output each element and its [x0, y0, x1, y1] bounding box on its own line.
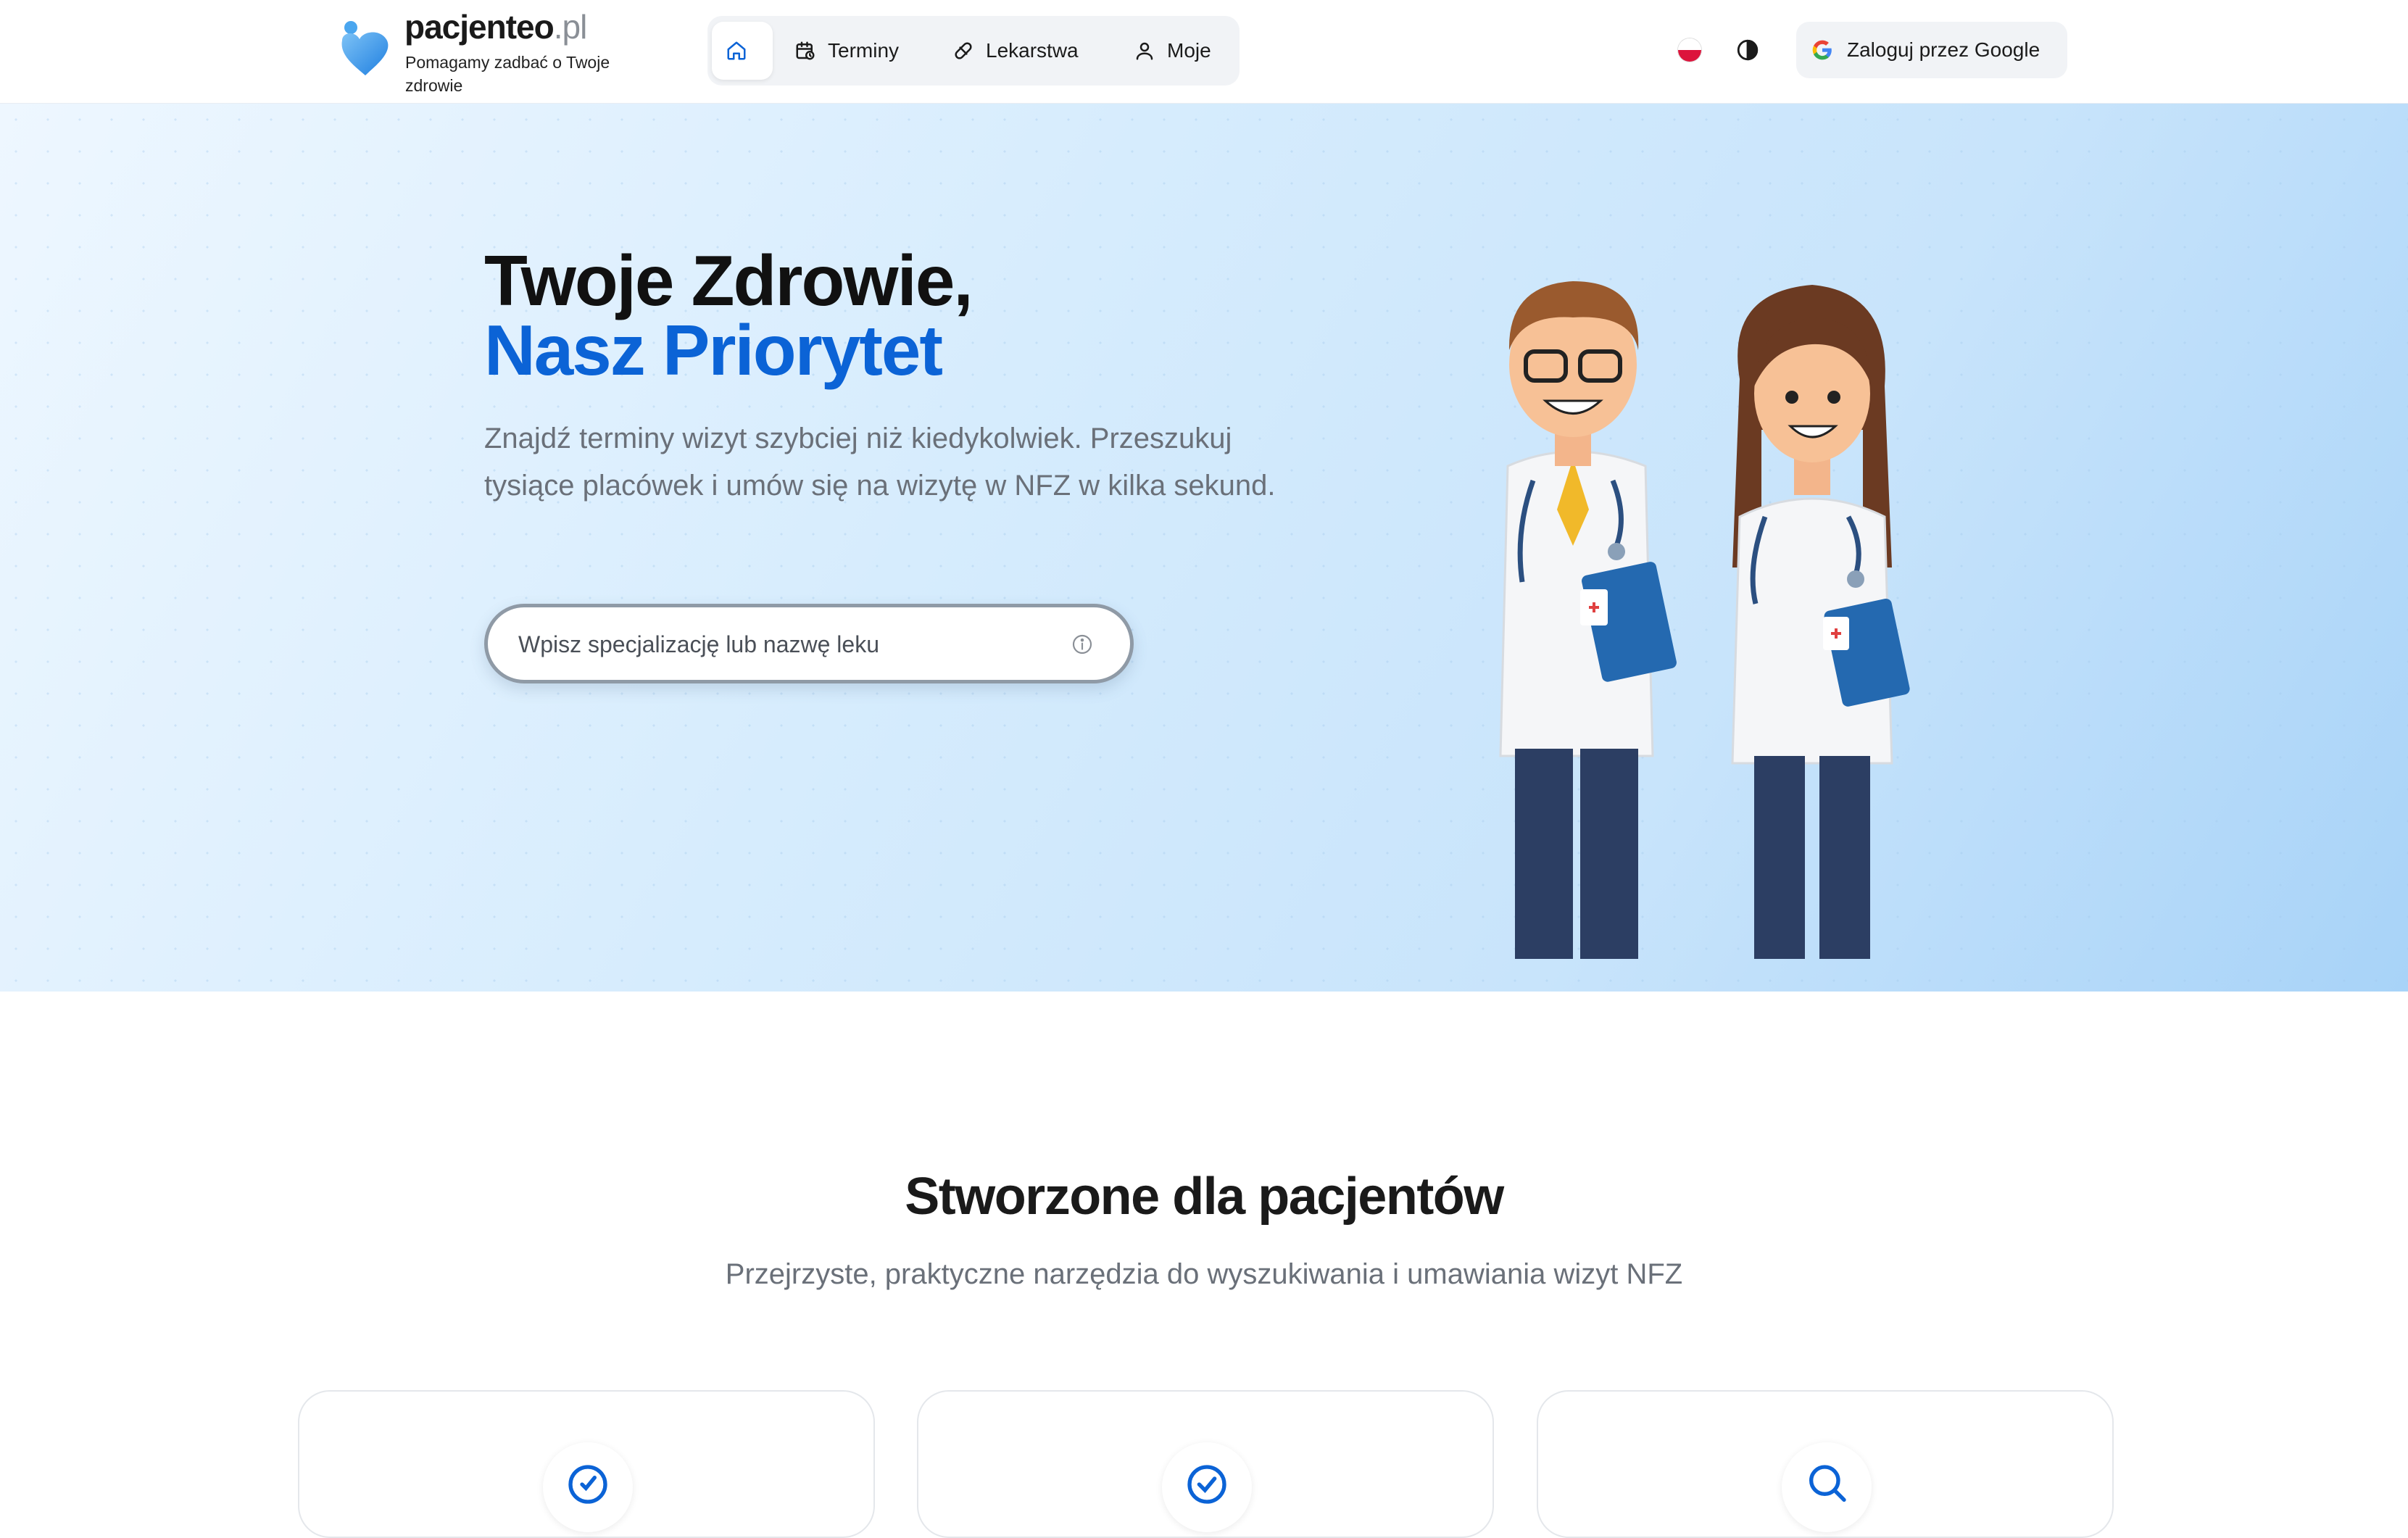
feature-icon-wrapper — [1162, 1442, 1252, 1532]
search-input[interactable] — [517, 623, 1027, 665]
female-doctor — [1731, 285, 1910, 959]
brand-tagline: Pomagamy zadbać o Twoje zdrowie — [405, 53, 610, 95]
nav-home[interactable] — [712, 22, 773, 80]
google-login-label: Zaloguj przez Google — [1847, 38, 2040, 61]
flag-pl-icon[interactable] — [1678, 38, 1701, 62]
features-subtitle: Przejrzyste, praktyczne narzędzia do wys… — [725, 1258, 1683, 1290]
brand-tld: .pl — [553, 8, 588, 46]
search-icon — [1809, 1465, 1846, 1502]
google-icon — [1812, 40, 1832, 60]
brand-name[interactable]: pacjenteo.pl — [404, 7, 588, 46]
features-title: Stworzone dla pacjentów — [905, 1168, 1504, 1226]
feature-card — [1537, 1390, 2114, 1538]
hero-title-line2: Nasz Priorytet — [484, 310, 943, 390]
site-header: pacjenteo.pl Pomagamy zadbać o Twoje zdr… — [0, 0, 2408, 104]
feature-card — [917, 1390, 1494, 1538]
male-doctor — [1499, 281, 1677, 959]
nav-terminy-label: Terminy — [828, 39, 900, 62]
nav-terminy[interactable]: Terminy — [794, 22, 899, 80]
info-icon[interactable] — [1071, 633, 1094, 656]
theme-toggle-icon[interactable] — [1735, 38, 1760, 62]
nav-moje-label: Moje — [1167, 39, 1211, 62]
nav-lekarstwa-label: Lekarstwa — [986, 39, 1079, 62]
nav-moje[interactable]: Moje — [1134, 22, 1211, 80]
pill-icon — [955, 42, 972, 59]
dot-pattern — [0, 104, 2408, 992]
user-icon — [1136, 42, 1153, 60]
calendar-clock-icon — [796, 41, 815, 60]
search-box[interactable] — [484, 604, 1134, 683]
feature-icon-wrapper — [1782, 1442, 1872, 1532]
doctors-illustration — [1499, 281, 1910, 959]
feature-icon-wrapper — [543, 1442, 633, 1532]
main-nav: Terminy Lekarstwa Moje — [707, 16, 1240, 86]
home-icon — [727, 41, 746, 60]
hero-section: Twoje Zdrowie, Nasz Priorytet Znajdź ter… — [0, 104, 2408, 992]
nav-lekarstwa[interactable]: Lekarstwa — [952, 22, 1079, 80]
check-circle-icon — [568, 1465, 607, 1504]
feature-card — [298, 1390, 875, 1538]
google-login-button[interactable]: Zaloguj przez Google — [1796, 22, 2067, 78]
heart-logo-icon[interactable] — [336, 20, 394, 77]
hero-description: Znajdź terminy wizyt szybciej niż kiedyk… — [484, 423, 1276, 502]
check-circle-icon — [1187, 1465, 1226, 1504]
